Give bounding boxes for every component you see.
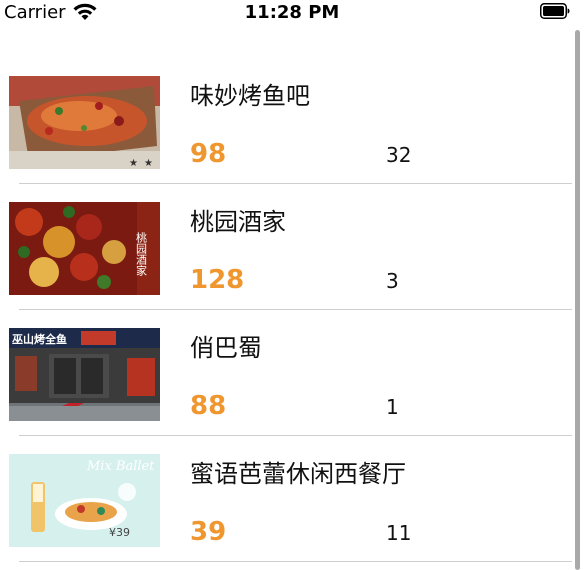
spicy-chicken-image: 桃园酒家: [9, 202, 160, 295]
restaurant-count: 32: [386, 143, 412, 167]
image-watermark-text: 桃园酒家: [135, 231, 148, 276]
restaurant-row[interactable]: Mix Ballet ¥39 蜜语芭蕾休闲西餐厅 39 11: [0, 436, 572, 562]
storefront-sign-text: 巫山烤全鱼: [12, 332, 67, 346]
restaurant-price: 39: [190, 517, 227, 547]
grilled-fish-image: ★ ★: [9, 76, 160, 169]
restaurant-count: 1: [386, 395, 399, 419]
svg-text:★: ★: [144, 158, 153, 169]
restaurant-count: 3: [386, 269, 399, 293]
restaurant-name: 蜜语芭蕾休闲西餐厅: [190, 460, 406, 488]
battery-icon: [540, 3, 570, 19]
restaurant-list: ★ ★ 味妙烤鱼吧 98 32 桃园酒家 桃园酒家 128 3 巫山烤全鱼 俏巴…: [0, 58, 572, 562]
row-divider: [19, 561, 572, 562]
restaurant-name: 俏巴蜀: [190, 334, 262, 362]
status-bar: Carrier 11:28 PM: [0, 0, 584, 26]
scroll-indicator[interactable]: [575, 30, 580, 570]
storefront-photo: 巫山烤全鱼: [9, 328, 160, 421]
restaurant-row[interactable]: 巫山烤全鱼 俏巴蜀 88 1: [0, 310, 572, 436]
restaurant-name: 桃园酒家: [190, 208, 286, 236]
restaurant-row[interactable]: 桃园酒家 桃园酒家 128 3: [0, 184, 572, 310]
restaurant-price: 88: [190, 391, 227, 421]
grilled-fish-photo: ★ ★: [9, 76, 160, 169]
restaurant-price: 128: [190, 265, 245, 295]
restaurant-count: 11: [386, 521, 412, 545]
svg-text:★: ★: [129, 158, 138, 169]
restaurant-row[interactable]: ★ ★ 味妙烤鱼吧 98 32: [0, 58, 572, 184]
restaurant-name: 味妙烤鱼吧: [190, 82, 310, 110]
western-menu-image: Mix Ballet ¥39: [9, 454, 160, 547]
menu-price-text: ¥39: [109, 526, 130, 539]
restaurant-price: 98: [190, 139, 227, 169]
app-screen: Carrier 11:28 PM ★ ★ 味妙烤鱼吧 98 32 桃园酒家 桃园…: [0, 0, 584, 570]
storefront-image: 巫山烤全鱼: [9, 328, 160, 421]
status-time: 11:28 PM: [244, 2, 340, 23]
menu-brand-text: Mix Ballet: [86, 459, 155, 474]
spicy-chicken-photo: 桃园酒家: [9, 202, 160, 295]
western-menu-photo: Mix Ballet ¥39: [9, 454, 160, 547]
